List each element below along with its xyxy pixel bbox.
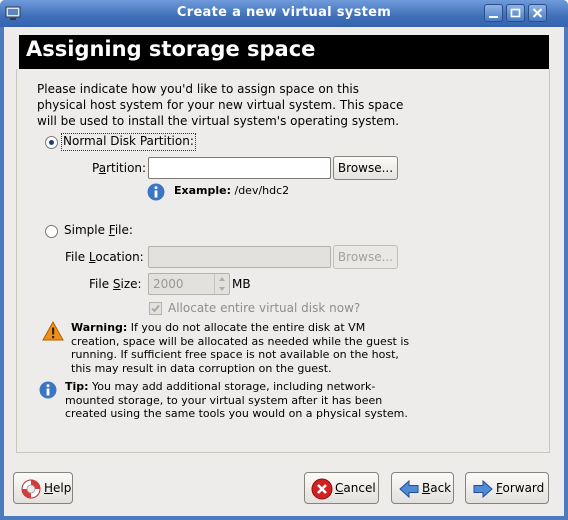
partition-input[interactable] (148, 157, 331, 179)
back-arrow-icon (399, 479, 419, 499)
page-header: Assigning storage space (19, 35, 549, 69)
cancel-icon (311, 478, 333, 500)
file-location-browse-button[interactable]: Browse... (333, 245, 398, 269)
help-button[interactable]: Help (13, 472, 73, 504)
allocate-checkbox[interactable] (149, 302, 162, 315)
back-label: Back (422, 481, 452, 495)
allocate-label[interactable]: Allocate entire virtual disk now? (168, 301, 360, 315)
description-line: physical host system for your new virtua… (37, 98, 404, 112)
window-frame: Create a new virtual system Assigning st… (0, 0, 568, 520)
checkmark-icon (151, 304, 160, 313)
info-icon (39, 381, 57, 399)
minimize-button[interactable] (484, 4, 503, 22)
page-title: Assigning storage space (26, 37, 316, 61)
forward-button[interactable]: Forward (465, 472, 549, 504)
close-icon (532, 8, 543, 18)
warning-icon (42, 321, 64, 341)
close-button[interactable] (528, 4, 547, 22)
spin-down-icon (219, 287, 225, 291)
maximize-button[interactable] (506, 4, 525, 22)
warning-text: Warning: If you do not allocate the enti… (71, 321, 410, 375)
example-text: Example: /dev/hdc2 (174, 184, 290, 197)
partition-browse-button[interactable]: Browse... (333, 156, 398, 180)
file-size-unit: MB (232, 277, 251, 291)
help-lifebuoy-icon (21, 479, 41, 499)
description-line: Please indicate how you'd like to assign… (37, 82, 360, 96)
description: Please indicate how you'd like to assign… (37, 81, 437, 129)
file-size-label: File Size: (89, 277, 142, 291)
title-bar[interactable]: Create a new virtual system (0, 0, 568, 27)
file-location-label: File Location: (65, 250, 144, 264)
dialog-body: Assigning storage space Please indicate … (4, 27, 564, 516)
minimize-icon (489, 16, 498, 18)
tip-text: Tip: You may add additional storage, inc… (65, 380, 408, 420)
file-location-input[interactable] (148, 246, 331, 268)
spin-up-icon (219, 277, 225, 281)
help-label: Help (44, 481, 72, 495)
spinner-arrows[interactable] (214, 274, 229, 294)
normal-disk-partition-label-box[interactable]: Normal Disk Partition: (61, 133, 196, 151)
maximize-icon (510, 8, 521, 18)
window-title: Create a new virtual system (176, 5, 392, 20)
simple-file-radio[interactable] (45, 225, 58, 238)
normal-disk-partition-radio[interactable] (45, 136, 58, 149)
simple-file-label[interactable]: Simple File: (64, 223, 133, 237)
description-line: will be used to install the virtual syst… (37, 114, 400, 128)
cancel-label: Cancel (335, 481, 376, 495)
normal-disk-partition-label: Normal Disk Partition: (63, 134, 194, 148)
cancel-button[interactable]: Cancel (304, 472, 379, 504)
info-icon (147, 183, 165, 201)
back-button[interactable]: Back (391, 472, 454, 504)
file-size-value: 2000 (153, 277, 184, 291)
partition-label: Partition: (92, 161, 147, 175)
file-size-spinner[interactable]: 2000 (148, 273, 230, 295)
forward-arrow-icon (473, 479, 493, 499)
forward-label: Forward (496, 481, 545, 495)
